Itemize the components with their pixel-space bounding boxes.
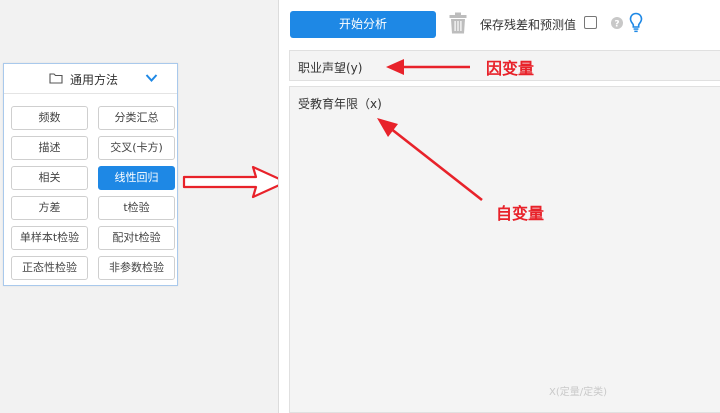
method-button-correlation[interactable]: 相关 [11,166,88,190]
dependent-annotation-label: 因变量 [486,59,535,78]
chevron-down-icon[interactable] [145,73,158,83]
method-button-normality-test[interactable]: 正态性检验 [11,256,88,280]
method-button-t-test[interactable]: t检验 [98,196,175,220]
method-button-one-sample-t-test[interactable]: 单样本t检验 [11,226,88,250]
method-button-paired-t-test[interactable]: 配对t检验 [98,226,175,250]
method-button-linear-regression[interactable]: 线性回归 [98,166,175,190]
methods-panel: 通用方法 频数 分类汇总 描述 交叉(卡方) 相关 线性回归 方差 t检验 单样… [3,63,178,286]
method-button-nonparametric-test[interactable]: 非参数检验 [98,256,175,280]
folder-icon [49,73,63,84]
independent-variable-hint: X(定量/定类) [549,387,608,398]
dependent-variable-item[interactable]: 职业声望(y) [298,59,362,76]
independent-variable-box[interactable]: 受教育年限（x) X(定量/定类) [289,86,720,413]
independent-variable-item[interactable]: 受教育年限（x) [298,95,382,112]
methods-panel-title: 通用方法 [70,73,119,87]
methods-panel-header[interactable]: 通用方法 [4,64,177,94]
independent-annotation-label: 自变量 [496,204,545,223]
method-button-crosstab[interactable]: 交叉(卡方) [98,136,175,160]
start-analysis-button[interactable]: 开始分析 [290,11,436,38]
svg-text:?: ? [614,19,619,29]
help-icon[interactable]: ? [611,17,623,29]
save-residual-label: 保存残差和预测值 [480,18,577,32]
lightbulb-icon[interactable] [629,12,643,33]
trash-icon[interactable] [449,12,467,34]
save-residual-checkbox[interactable] [584,16,597,29]
method-button-group-summary[interactable]: 分类汇总 [98,106,175,130]
method-button-descriptive[interactable]: 描述 [11,136,88,160]
arrow-right-icon [182,165,288,199]
method-button-anova[interactable]: 方差 [11,196,88,220]
method-button-frequency[interactable]: 频数 [11,106,88,130]
